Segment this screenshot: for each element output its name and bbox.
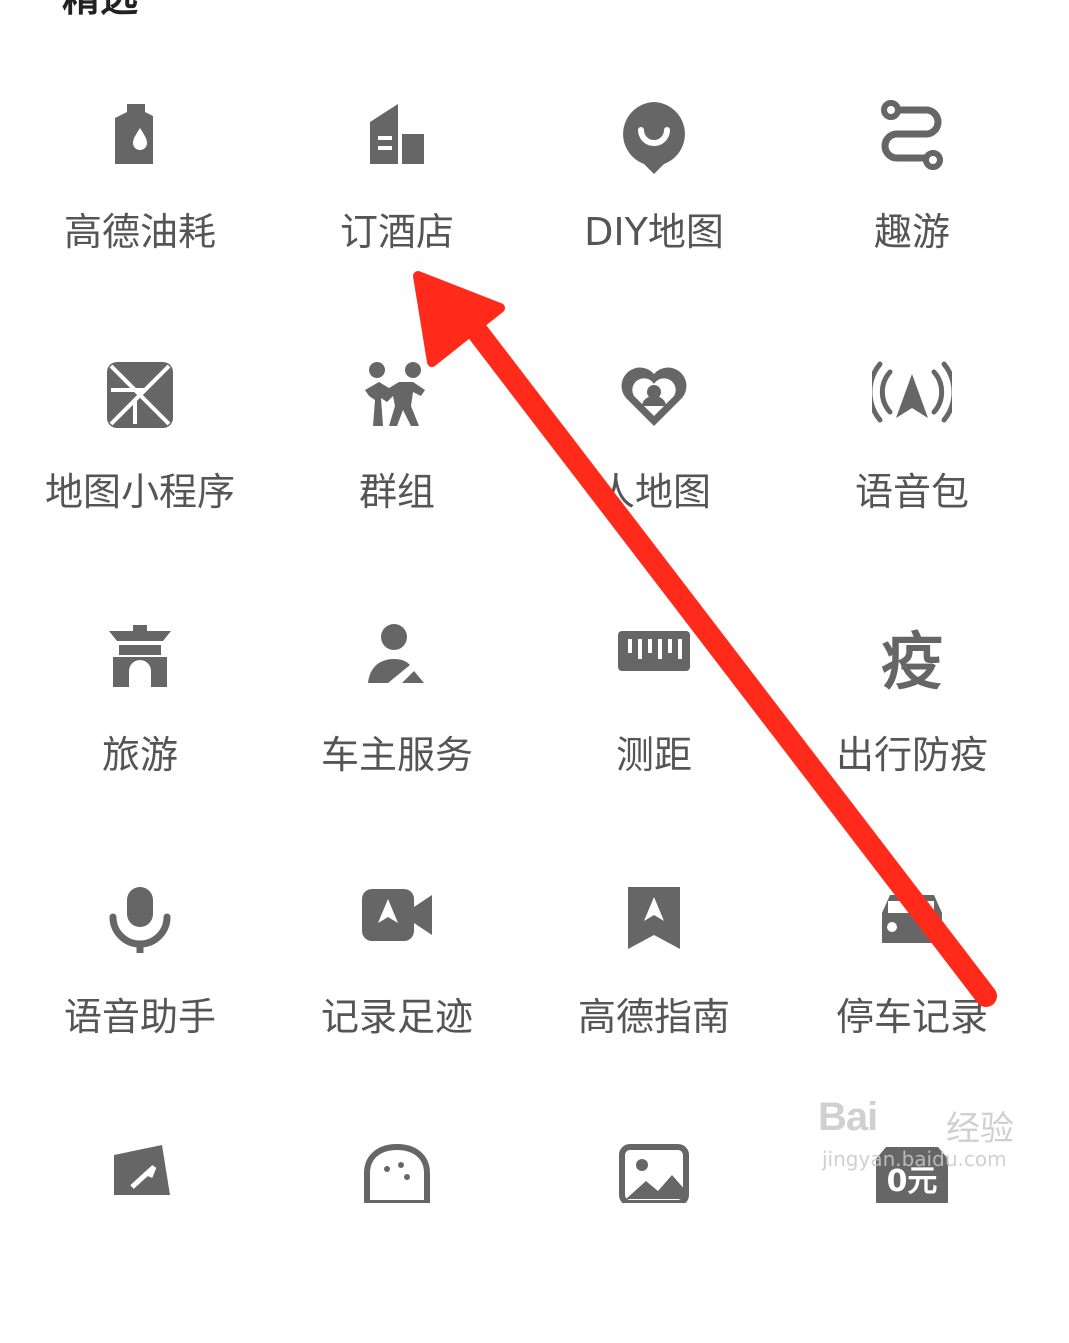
- epidemic-character-icon: 疫: [876, 623, 948, 695]
- mini-program-icon: [105, 360, 175, 430]
- watermark-brand: Bai: [818, 1095, 878, 1139]
- voice-broadcast-icon: [872, 360, 952, 430]
- grid-item-label: 出行防疫: [835, 733, 988, 777]
- grid-item-label: 记录足迹: [320, 995, 473, 1039]
- grid-item-voice-assistant[interactable]: 语音助手: [30, 885, 250, 1085]
- watermark-brand-cn: 经验: [946, 1109, 1014, 1149]
- grid-item-travel[interactable]: 旅游: [30, 623, 250, 823]
- grid-item-measure[interactable]: 测距: [544, 623, 764, 823]
- grid-item-mini-program[interactable]: 地图小程序: [30, 360, 250, 560]
- watermark-url: jingyan.baidu.com: [822, 1147, 1007, 1171]
- grid-item-fun-tour[interactable]: 趣游: [802, 100, 1022, 300]
- grid-item-epidemic[interactable]: 疫 出行防疫: [802, 623, 1022, 823]
- grid-item-label: 车主服务: [320, 733, 473, 777]
- baidu-watermark: Bai 经验 jingyan.baidu.com: [818, 1075, 1028, 1175]
- grid-item-face[interactable]: [287, 1143, 507, 1343]
- route-path-icon: [877, 100, 947, 172]
- grid-item-parking[interactable]: 停车记录: [802, 885, 1022, 1085]
- grid-item-guide[interactable]: 高德指南: [544, 885, 764, 1085]
- heart-person-icon: [618, 360, 690, 430]
- group-people-icon: [361, 360, 433, 432]
- grid-item-share[interactable]: [30, 1143, 250, 1343]
- grid-item-label: 地图小程序: [44, 470, 235, 514]
- share-card-icon: [104, 1143, 176, 1203]
- grid-item-diy-map[interactable]: DIY地图: [544, 100, 764, 300]
- microphone-icon: [107, 885, 173, 955]
- grid-item-label: DIY地图: [584, 210, 724, 254]
- grid-item-label: 测距: [615, 733, 692, 777]
- hotel-building-icon: [362, 100, 432, 170]
- video-camera-icon: [360, 885, 434, 945]
- grid-item-label: 高德油耗: [63, 210, 216, 254]
- grid-item-voice-pack[interactable]: 语音包: [802, 360, 1022, 560]
- fuel-can-icon: [105, 100, 175, 170]
- bookmark-guide-icon: [624, 885, 684, 951]
- grid-item-picture[interactable]: [544, 1143, 764, 1343]
- grid-item-person-map[interactable]: 人地图: [544, 360, 764, 560]
- grid-item-label: 语音助手: [63, 995, 216, 1039]
- picture-icon: [618, 1143, 690, 1203]
- parking-car-icon: [872, 885, 952, 949]
- grid-item-label: 高德指南: [577, 995, 730, 1039]
- feature-grid: 高德油耗 订酒店 DIY地图 趣游 地图小程序 群组 人地图 语音包 旅游 车主…: [0, 0, 1069, 1203]
- grid-item-fuel[interactable]: 高德油耗: [30, 100, 250, 300]
- grid-item-group[interactable]: 群组: [287, 360, 507, 560]
- face-icon: [361, 1143, 433, 1203]
- ruler-icon: [616, 623, 692, 679]
- grid-item-label: 语音包: [854, 470, 969, 514]
- car-owner-icon: [362, 623, 432, 689]
- diy-map-pin-icon: [619, 100, 689, 176]
- grid-item-label: 人地图: [596, 470, 711, 514]
- svg-text:疫: 疫: [881, 625, 943, 695]
- grid-item-label: 群组: [358, 470, 435, 514]
- pavilion-icon: [105, 623, 175, 689]
- grid-item-label: 趣游: [873, 210, 950, 254]
- grid-item-label: 停车记录: [835, 995, 988, 1039]
- grid-item-record-track[interactable]: 记录足迹: [287, 885, 507, 1085]
- grid-item-label: 旅游: [101, 733, 178, 777]
- grid-item-label: 订酒店: [339, 210, 454, 254]
- grid-item-car-owner[interactable]: 车主服务: [287, 623, 507, 823]
- grid-item-hotel[interactable]: 订酒店: [287, 100, 507, 300]
